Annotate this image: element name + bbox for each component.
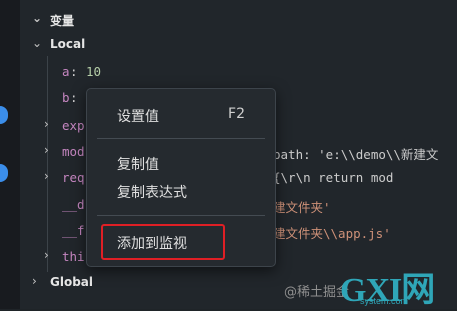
- menu-item-copy-expression[interactable]: 复制表达式: [87, 178, 275, 204]
- debug-badge-icon[interactable]: [0, 106, 8, 124]
- scope-local[interactable]: ⌄ Local: [20, 34, 457, 56]
- chevron-right-icon: ›: [44, 169, 49, 183]
- menu-item-label: 复制表达式: [117, 185, 187, 201]
- variable-value: {\r\n return mod: [273, 170, 394, 185]
- variable-row[interactable]: a : 10: [20, 61, 457, 83]
- logo-subtext: system.com: [360, 296, 409, 306]
- variable-name: a: [62, 64, 70, 79]
- chevron-right-icon: ›: [44, 248, 49, 262]
- menu-item-copy-value[interactable]: 复制值: [87, 150, 275, 176]
- menu-separator: [97, 138, 265, 139]
- chevron-down-icon: ⌄: [32, 36, 43, 50]
- variable-name: __d: [62, 197, 85, 212]
- chevron-right-icon: ›: [32, 274, 37, 288]
- menu-separator: [97, 215, 265, 216]
- scope-label: Global: [50, 275, 94, 289]
- variable-name: __f: [62, 223, 85, 238]
- variable-name: mod: [62, 144, 85, 159]
- extensions-badge-icon[interactable]: [0, 164, 8, 182]
- menu-item-label: 复制值: [117, 157, 159, 173]
- variable-name: b: [62, 90, 70, 105]
- chevron-down-icon: ⌄: [32, 11, 43, 25]
- section-title: 变量: [50, 14, 75, 28]
- menu-item-set-value[interactable]: 设置值 F2: [87, 102, 275, 128]
- variable-name: req: [62, 170, 85, 185]
- variable-value: 建文件夹': [273, 200, 331, 215]
- scope-label: Local: [50, 37, 86, 51]
- variable-value: path: 'e:\\demo\\新建文: [273, 147, 439, 162]
- menu-item-shortcut: F2: [228, 106, 245, 122]
- chevron-right-icon: ›: [44, 117, 49, 131]
- variable-separator: :: [70, 64, 78, 79]
- variable-value: 建文件夹\\app.js': [273, 226, 391, 241]
- variable-name: exp: [62, 118, 85, 133]
- annotation-highlight-box: [101, 224, 225, 260]
- variables-section-header[interactable]: ⌄ 变量: [20, 8, 457, 30]
- site-logo: GXI网 system.com: [340, 262, 455, 309]
- variable-separator: :: [70, 90, 78, 105]
- variable-name: thi: [62, 249, 85, 264]
- activity-bar: [0, 0, 20, 309]
- variable-value: 10: [86, 64, 102, 79]
- chevron-right-icon: ›: [44, 143, 49, 157]
- menu-item-label: 设置值: [117, 109, 159, 125]
